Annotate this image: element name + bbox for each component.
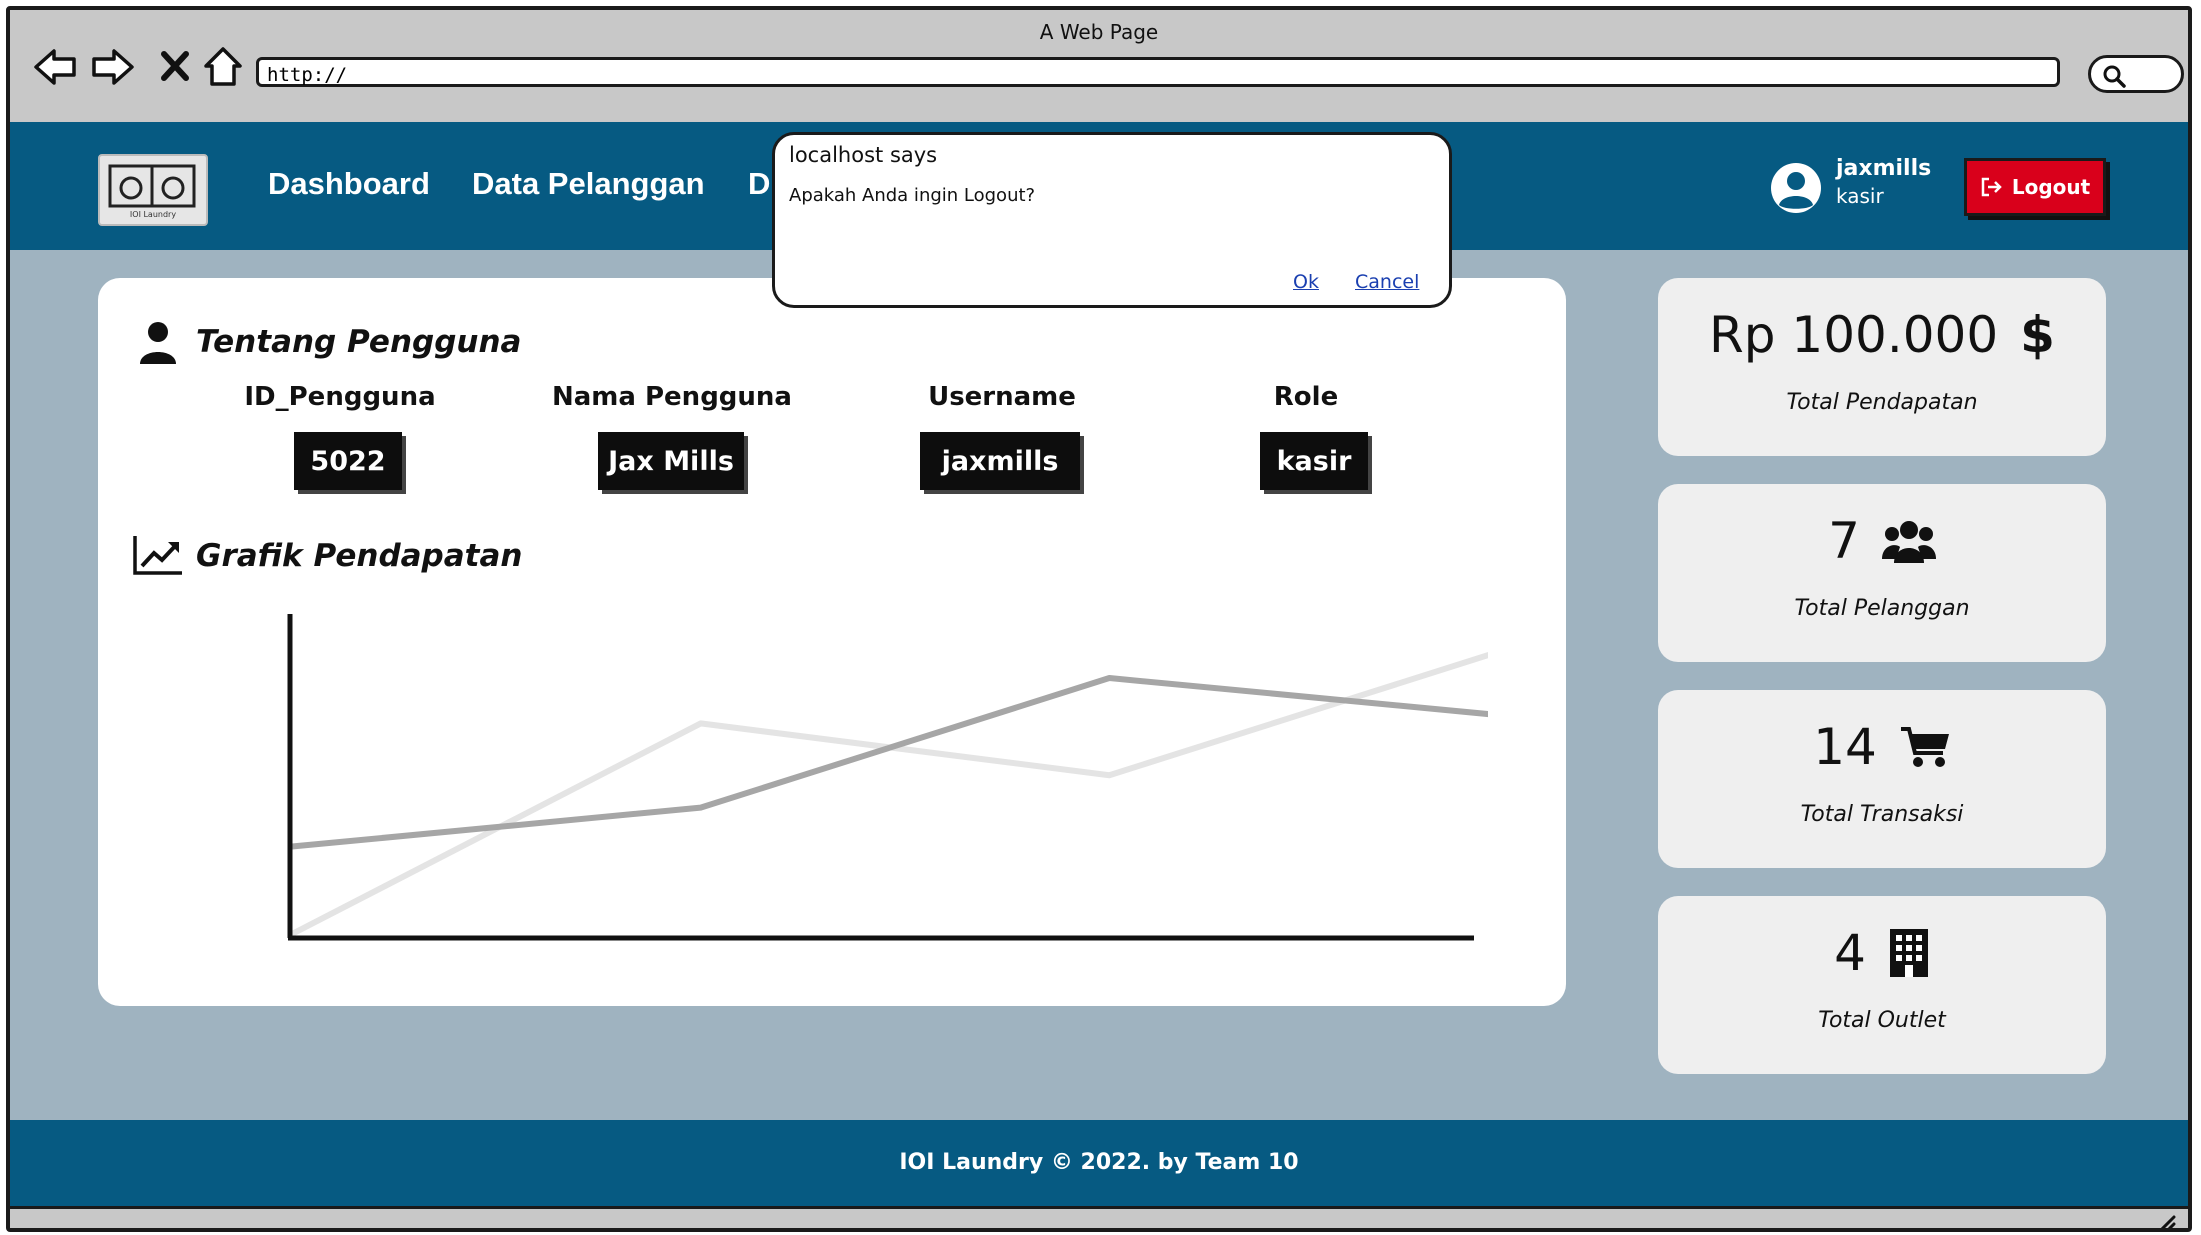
col-head-username: Username: [928, 382, 1076, 412]
user-name: jaxmills: [1836, 156, 1932, 181]
user-avatar-icon[interactable]: [1768, 160, 1824, 216]
stat-outlet-row: 4: [1658, 924, 2106, 982]
cart-icon: [1900, 727, 1949, 767]
value-username: jaxmills: [920, 432, 1080, 490]
users-icon: [1881, 521, 1936, 563]
stat-pendapatan-row: Rp 100.000 $: [1658, 306, 2106, 364]
forward-icon[interactable]: [90, 44, 136, 90]
browser-chrome: A Web Page http://: [10, 10, 2188, 125]
value-role: kasir: [1260, 432, 1368, 490]
app-logo[interactable]: IOI Laundry: [98, 154, 208, 226]
building-icon: [1889, 929, 1928, 977]
value-nama: Jax Mills: [598, 432, 744, 490]
stop-icon[interactable]: [152, 44, 198, 90]
home-icon[interactable]: [200, 44, 246, 90]
status-bar: [10, 1206, 2188, 1232]
stat-transaksi-value: 14: [1813, 718, 1877, 776]
nav-data-pelanggan[interactable]: Data Pelanggan: [472, 166, 705, 202]
col-head-role: Role: [1273, 382, 1339, 412]
browser-search[interactable]: [2088, 55, 2184, 93]
stat-pelanggan-label: Total Pelanggan: [1794, 596, 1970, 621]
line-chart-icon: [133, 536, 182, 575]
value-id: 5022: [294, 432, 402, 490]
stat-pelanggan: 7 Total Pelanggan: [1658, 484, 2106, 662]
window-title: A Web Page: [1039, 20, 1159, 44]
footer: IOI Laundry © 2022. by Team 10: [10, 1120, 2188, 1206]
series-line-1: [290, 652, 1488, 937]
washer-logo-icon: [108, 164, 196, 208]
stat-outlet-label: Total Outlet: [1818, 1008, 1946, 1033]
logo-text: IOI Laundry: [129, 210, 177, 219]
profile-title: Tentang Pengguna: [196, 324, 522, 360]
nav-dashboard[interactable]: Dashboard: [268, 166, 430, 202]
browser-window: A Web Page http:// IOI Laundry Dashboard…: [6, 6, 2192, 1232]
resize-grip-icon[interactable]: [2156, 1213, 2178, 1232]
nav-item-truncated[interactable]: D: [748, 166, 770, 202]
col-head-nama: Nama Pengguna: [552, 382, 792, 412]
dialog-ok-button[interactable]: Ok: [1293, 271, 1319, 293]
logout-button[interactable]: Logout: [1964, 158, 2106, 216]
logout-label: Logout: [2011, 175, 2091, 199]
logout-confirm-dialog: localhost says Apakah Anda ingin Logout?…: [772, 132, 1452, 308]
back-icon[interactable]: [32, 44, 78, 90]
user-role: kasir: [1836, 184, 1884, 208]
dialog-title: localhost says: [789, 143, 938, 167]
dialog-cancel-button[interactable]: Cancel: [1355, 271, 1419, 293]
profile-card: Tentang Pengguna ID_Pengguna Nama Penggu…: [98, 278, 1566, 1006]
revenue-chart: [287, 614, 1488, 941]
stat-pendapatan-label: Total Pendapatan: [1786, 390, 1978, 415]
search-icon: [2103, 65, 2126, 88]
stat-pelanggan-row: 7: [1658, 512, 2106, 570]
user-icon: [140, 322, 176, 364]
stat-transaksi-label: Total Transaksi: [1800, 802, 1964, 827]
address-bar[interactable]: http://: [256, 57, 2060, 87]
stat-pendapatan: Rp 100.000 $ Total Pendapatan: [1658, 278, 2106, 456]
chart-title: Grafik Pendapatan: [196, 538, 523, 574]
dialog-message: Apakah Anda ingin Logout?: [789, 185, 1036, 206]
stat-pendapatan-value: Rp 100.000: [1709, 306, 1999, 364]
stat-outlet: 4 Total Outlet: [1658, 896, 2106, 1074]
stat-transaksi-row: 14: [1658, 718, 2106, 776]
sign-out-icon: [1981, 177, 2002, 197]
stat-outlet-value: 4: [1834, 924, 1866, 982]
col-head-id: ID_Pengguna: [244, 382, 436, 412]
stat-pelanggan-value: 7: [1828, 512, 1860, 570]
dollar-icon: $: [2020, 306, 2055, 364]
stat-transaksi: 14 Total Transaksi: [1658, 690, 2106, 868]
series-line-2: [291, 675, 1488, 850]
